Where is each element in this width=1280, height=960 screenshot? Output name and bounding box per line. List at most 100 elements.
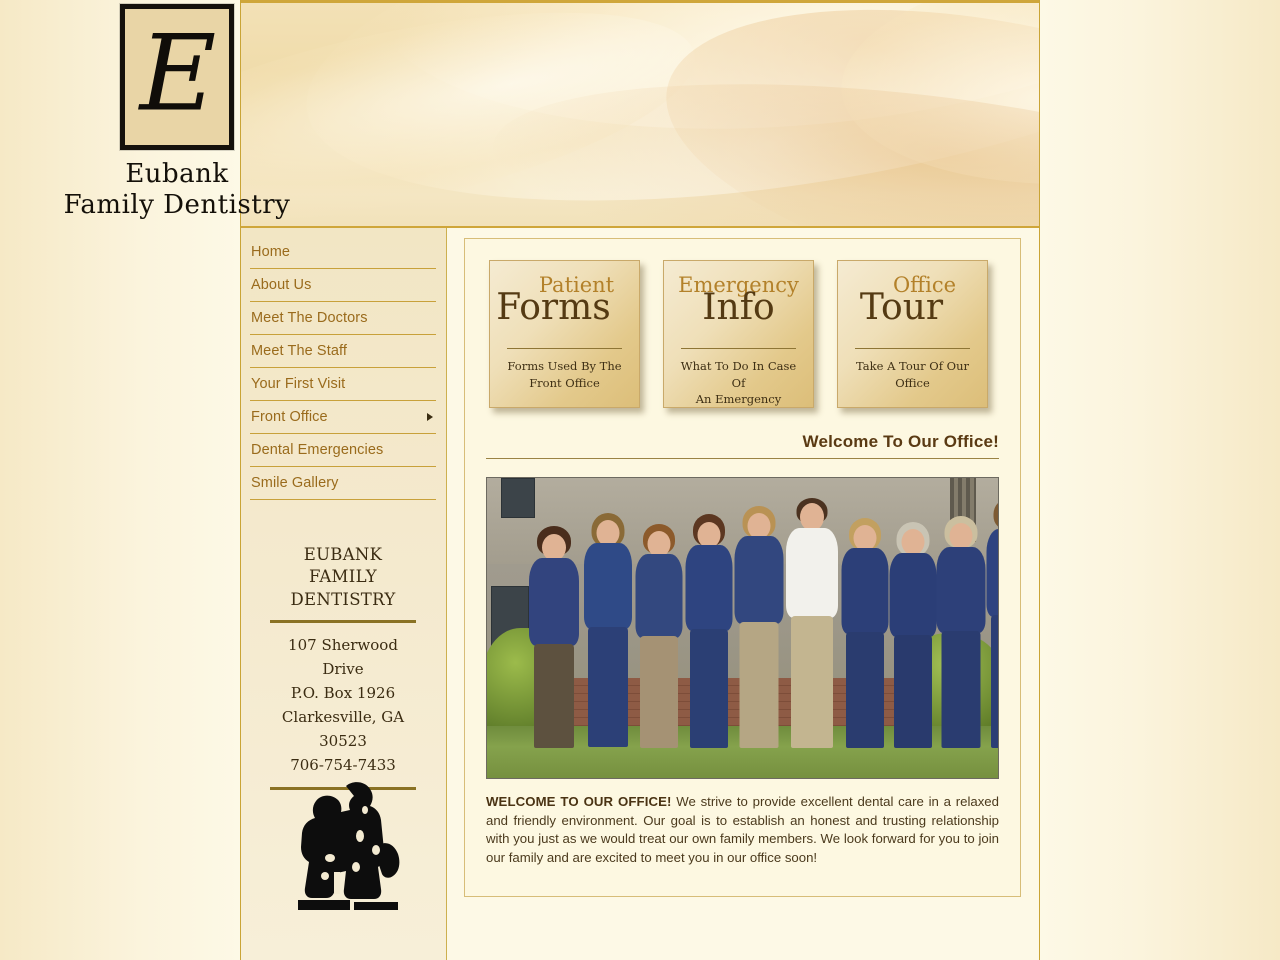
chevron-right-icon xyxy=(427,413,433,421)
feature-card-office-tour[interactable]: Office Tour Take A Tour Of Our Office xyxy=(837,260,988,408)
card-subtitle-line1: Take A Tour Of Our xyxy=(856,359,969,373)
nav-item-smile-gallery[interactable]: Smile Gallery xyxy=(250,467,436,500)
person-legs xyxy=(640,636,678,748)
feature-card-patient-forms[interactable]: Patient Forms Forms Used By The Front Of… xyxy=(489,260,640,408)
person-top xyxy=(889,553,937,637)
site-header-banner xyxy=(241,0,1039,228)
nav-link-about-us[interactable]: About Us xyxy=(250,269,436,301)
person-head xyxy=(542,534,566,561)
card-big-text: Info xyxy=(702,287,775,328)
person-head xyxy=(949,523,973,549)
address-title-line2: DENTISTRY xyxy=(290,589,396,609)
header-swirl-1 xyxy=(356,3,1039,170)
logo-letter-e: E xyxy=(139,12,217,135)
header-swirl-5 xyxy=(483,50,1039,226)
main-content-panel: Patient Forms Forms Used By The Front Of… xyxy=(464,238,1021,897)
logo-name-line1: Eubank xyxy=(125,159,229,189)
nav-item-meet-the-staff[interactable]: Meet The Staff xyxy=(250,335,436,368)
address-street: 107 Sherwood Drive xyxy=(288,635,398,678)
nav-link-your-first-visit[interactable]: Your First Visit xyxy=(250,368,436,400)
photo-shutter-top xyxy=(501,478,535,518)
address-divider-top xyxy=(270,619,416,623)
nav-item-dental-emergencies[interactable]: Dental Emergencies xyxy=(250,434,436,467)
card-title-emergency-info: Emergency Info xyxy=(664,269,813,343)
photo-person xyxy=(527,526,581,748)
page-gutter-right xyxy=(1040,0,1280,960)
person-legs xyxy=(991,615,998,748)
welcome-body-lead: WELCOME TO OUR OFFICE! xyxy=(486,794,672,809)
nav-link-meet-the-staff[interactable]: Meet The Staff xyxy=(250,335,436,367)
header-swirl-6 xyxy=(241,3,712,226)
person-top xyxy=(685,545,733,631)
person-legs xyxy=(534,644,574,748)
person-top xyxy=(986,529,998,617)
photo-person xyxy=(732,506,786,748)
person-top xyxy=(734,536,784,624)
photo-person xyxy=(839,516,891,748)
card-divider xyxy=(681,348,796,349)
person-legs xyxy=(588,627,628,747)
photo-person xyxy=(633,520,685,748)
welcome-heading: Welcome To Our Office! xyxy=(802,432,999,451)
photo-person xyxy=(984,498,1000,748)
feature-card-emergency-info[interactable]: Emergency Info What To Do In Case Of An … xyxy=(663,260,814,408)
person-top xyxy=(529,558,579,646)
card-title-office-tour: Office Tour xyxy=(838,269,987,343)
person-head xyxy=(999,505,1000,531)
welcome-body-text: WELCOME TO OUR OFFICE! We strive to prov… xyxy=(486,793,999,868)
nav-item-home[interactable]: Home xyxy=(250,236,436,269)
photo-person xyxy=(581,513,635,748)
photo-person-dentist xyxy=(784,498,840,748)
card-subtitle-line1: Forms Used By The xyxy=(507,359,622,373)
person-legs xyxy=(690,629,728,748)
card-subtitle-line1: What To Do In Case Of xyxy=(680,359,797,390)
photo-person xyxy=(887,518,939,748)
team-photo xyxy=(486,477,999,779)
nav-item-about-us[interactable]: About Us xyxy=(250,269,436,302)
person-legs xyxy=(894,635,932,748)
nav-item-meet-the-doctors[interactable]: Meet The Doctors xyxy=(250,302,436,335)
nav-link-smile-gallery[interactable]: Smile Gallery xyxy=(250,467,436,499)
card-subtitle-line2: Front Office xyxy=(529,375,600,390)
card-subtitle-line2: Office xyxy=(895,375,930,390)
nav-item-front-office[interactable]: Front Office xyxy=(250,401,436,434)
feature-cards: Patient Forms Forms Used By The Front Of… xyxy=(465,239,1020,408)
person-top xyxy=(786,528,838,618)
card-subtitle-line2: An Emergency xyxy=(695,392,782,407)
person-legs xyxy=(739,622,779,748)
address-po-box: P.O. Box 1926 xyxy=(290,683,396,702)
header-swirl-3 xyxy=(642,3,1039,226)
photo-person xyxy=(934,514,988,748)
card-big-text: Tour xyxy=(859,287,944,328)
photo-person xyxy=(683,514,735,748)
figurine-silhouette-image xyxy=(268,772,423,922)
logo-monogram-box: E xyxy=(120,4,234,150)
person-top xyxy=(841,548,889,634)
page-root: E Eubank Family Dentistry Home About Us … xyxy=(0,0,1280,960)
practice-address-block: EUBANK FAMILY DENTISTRY 107 Sherwood Dri… xyxy=(268,544,418,790)
nav-link-front-office[interactable]: Front Office xyxy=(250,401,436,433)
person-legs xyxy=(941,631,981,748)
welcome-heading-divider xyxy=(486,458,999,459)
nav-item-your-first-visit[interactable]: Your First Visit xyxy=(250,368,436,401)
nav-link-meet-the-doctors[interactable]: Meet The Doctors xyxy=(250,302,436,334)
person-top xyxy=(635,554,683,638)
main-navigation: Home About Us Meet The Doctors Meet The … xyxy=(241,228,446,500)
nav-link-dental-emergencies[interactable]: Dental Emergencies xyxy=(250,434,436,466)
person-top xyxy=(936,547,986,633)
card-big-text: Forms xyxy=(496,287,611,328)
nav-link-home[interactable]: Home xyxy=(250,236,436,268)
card-divider xyxy=(855,348,970,349)
header-swirl-2 xyxy=(283,3,1039,226)
address-title-line1: EUBANK FAMILY xyxy=(303,545,383,587)
person-top xyxy=(584,543,632,629)
person-head xyxy=(800,503,824,531)
person-legs xyxy=(846,632,884,748)
header-swirl-4 xyxy=(833,3,1039,201)
site-logo[interactable]: E Eubank Family Dentistry xyxy=(62,4,292,221)
figurine-icon xyxy=(298,782,400,910)
person-legs xyxy=(791,616,833,748)
card-title-patient-forms: Patient Forms xyxy=(490,269,639,343)
card-divider xyxy=(507,348,622,349)
person-head xyxy=(901,529,925,555)
